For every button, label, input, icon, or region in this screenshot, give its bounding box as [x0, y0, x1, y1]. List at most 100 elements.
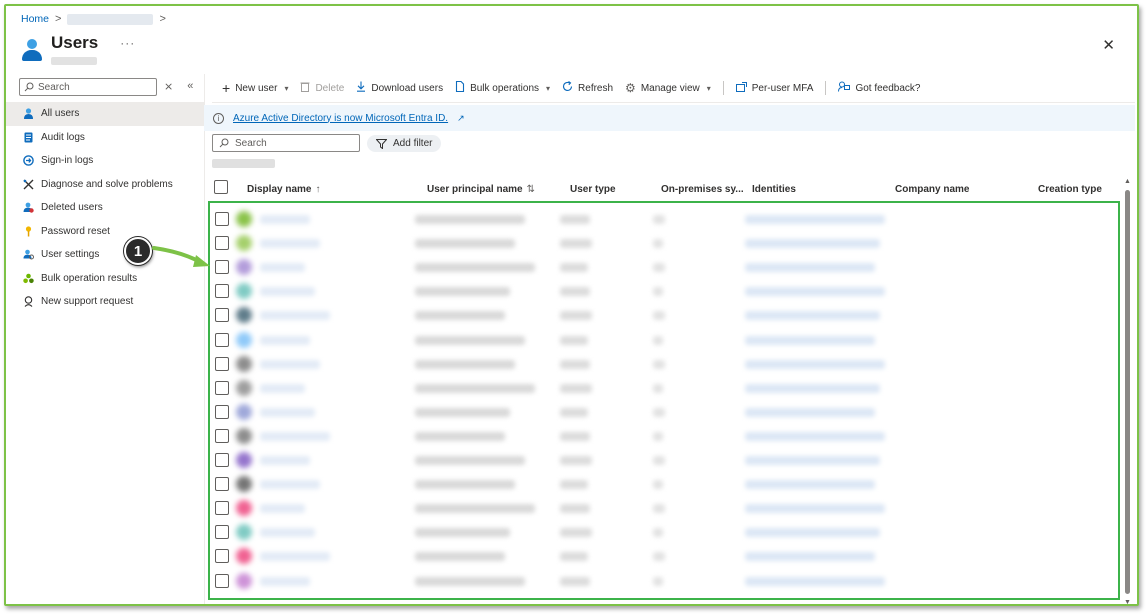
redacted-cell [653, 263, 665, 273]
row-checkbox[interactable] [215, 501, 229, 516]
sidebar-sort-icon[interactable]: ⨯ [164, 80, 173, 93]
sidebar-collapse-icon[interactable]: « [187, 80, 193, 93]
redacted-cell [653, 383, 663, 393]
table-row[interactable] [210, 400, 1118, 424]
redacted-cell [560, 239, 592, 249]
sidebar-item-sign-in-logs[interactable]: Sign-in logs [6, 149, 204, 173]
manage-view-button[interactable]: ⚙ Manage view ▾ [625, 81, 711, 95]
column-header-creation-type[interactable]: Creation type [1038, 184, 1102, 195]
add-filter-label: Add filter [393, 138, 433, 149]
row-checkbox[interactable] [215, 477, 229, 492]
row-checkbox[interactable] [215, 260, 229, 275]
row-checkbox[interactable] [215, 332, 229, 347]
row-checkbox[interactable] [215, 356, 229, 371]
row-checkbox[interactable] [215, 453, 229, 467]
column-header-label: Display name [247, 184, 312, 195]
redacted-cell [560, 287, 590, 297]
row-checkbox[interactable] [215, 428, 229, 443]
table-row[interactable] [210, 231, 1118, 255]
row-checkbox[interactable] [215, 212, 229, 226]
table-row[interactable] [210, 448, 1118, 472]
sidebar-item-support[interactable]: New support request [6, 290, 204, 314]
close-icon[interactable]: ✕ [1102, 36, 1115, 54]
redacted-cell [260, 359, 320, 369]
info-banner: i Azure Active Directory is now Microsof… [204, 105, 1135, 131]
refresh-button[interactable]: Refresh [562, 81, 613, 95]
sidebar-item-label: User settings [41, 249, 100, 261]
per-user-mfa-button[interactable]: Per-user MFA [735, 81, 813, 95]
redacted-cell [653, 552, 665, 562]
redacted-cell [415, 576, 525, 586]
column-header-identities[interactable]: Identities [752, 184, 796, 195]
more-options-icon[interactable]: ··· [120, 36, 135, 50]
table-row[interactable] [210, 424, 1118, 448]
table-row[interactable] [210, 328, 1118, 352]
user-settings-icon [23, 249, 34, 260]
table-row[interactable] [210, 496, 1118, 520]
table-row[interactable] [210, 303, 1118, 327]
row-checkbox[interactable] [215, 236, 229, 251]
banner-link[interactable]: Azure Active Directory is now Microsoft … [233, 113, 448, 124]
scroll-thumb[interactable] [1125, 190, 1130, 594]
avatar [236, 259, 252, 276]
table-row[interactable] [210, 569, 1118, 593]
redacted-cell [653, 359, 665, 369]
avatar [236, 524, 252, 541]
row-checkbox[interactable] [215, 525, 229, 540]
row-checkbox[interactable] [215, 308, 229, 323]
column-header-on-premises[interactable]: On-premises sy... [661, 184, 744, 195]
sidebar-search[interactable] [19, 78, 157, 96]
row-checkbox[interactable] [215, 404, 229, 419]
table-row[interactable] [210, 544, 1118, 568]
grid-search-input[interactable] [235, 137, 345, 149]
search-icon [24, 82, 34, 92]
table-row[interactable] [210, 255, 1118, 279]
row-checkbox[interactable] [215, 549, 229, 564]
table-row[interactable] [210, 207, 1118, 231]
row-checkbox[interactable] [215, 284, 229, 299]
feedback-button[interactable]: Got feedback? [838, 81, 920, 95]
column-header-company-name[interactable]: Company name [895, 184, 969, 195]
table-row[interactable] [210, 520, 1118, 544]
row-checkbox[interactable] [215, 380, 229, 395]
sidebar-item-deleted-users[interactable]: Deleted users [6, 196, 204, 220]
user-rows-highlight [208, 201, 1120, 600]
table-row[interactable] [210, 376, 1118, 400]
redacted-cell [560, 552, 588, 562]
bulk-operations-button[interactable]: Bulk operations ▾ [455, 80, 550, 95]
bulk-results-icon [23, 273, 34, 284]
redacted-cell [653, 504, 665, 514]
scroll-down-icon[interactable]: ▼ [1124, 599, 1131, 604]
redacted-cell [260, 576, 310, 586]
column-header-display-name[interactable]: Display name ↑ [247, 184, 320, 195]
column-header-upn[interactable]: User principal name ⇅ [427, 184, 535, 195]
scrollbar[interactable]: ▲ ▼ [1123, 178, 1133, 604]
table-row[interactable] [210, 279, 1118, 303]
sidebar-search-input[interactable] [38, 81, 138, 93]
open-link-icon[interactable]: ↗ [457, 113, 465, 124]
select-all-checkbox[interactable] [214, 180, 228, 194]
redacted-cell [745, 383, 880, 393]
column-header-user-type[interactable]: User type [570, 184, 616, 195]
sidebar-item-all-users[interactable]: All users [6, 102, 204, 126]
delete-button[interactable]: Delete [300, 81, 344, 95]
table-row[interactable] [210, 352, 1118, 376]
add-filter-button[interactable]: Add filter [367, 135, 442, 152]
scroll-up-icon[interactable]: ▲ [1124, 178, 1131, 185]
breadcrumb-home[interactable]: Home [21, 13, 49, 25]
breadcrumb-tenant-redacted[interactable] [67, 13, 154, 25]
page-subtitle-redacted [51, 57, 97, 65]
row-checkbox[interactable] [215, 573, 229, 588]
download-users-button[interactable]: Download users [356, 81, 443, 95]
table-row[interactable] [210, 472, 1118, 496]
redacted-cell [653, 239, 663, 249]
sidebar-item-audit-logs[interactable]: Audit logs [6, 126, 204, 150]
redacted-cell [745, 287, 885, 297]
sidebar-item-password-reset[interactable]: Password reset [6, 220, 204, 244]
sidebar-divider [204, 74, 205, 604]
avatar [236, 307, 252, 324]
sidebar-item-diagnose[interactable]: Diagnose and solve problems [6, 173, 204, 197]
grid-search[interactable] [212, 134, 360, 152]
new-user-button[interactable]: + New user ▾ [222, 80, 288, 96]
redacted-cell [745, 528, 880, 538]
